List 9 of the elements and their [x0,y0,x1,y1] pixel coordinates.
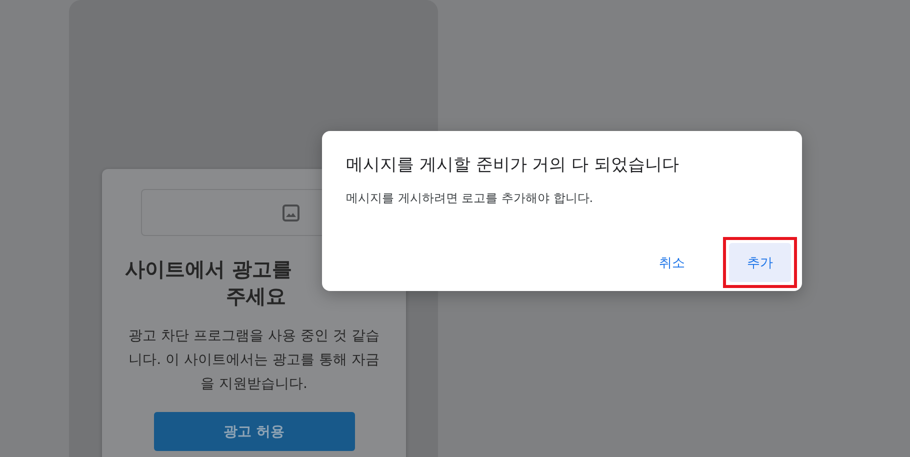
add-button[interactable]: 추가 [729,243,791,282]
card-heading: 사이트에서 광고를 [125,256,292,283]
dialog-title: 메시지를 게시할 준비가 거의 다 되었습니다 [346,154,680,176]
image-icon [282,204,300,222]
dialog-message: 메시지를 게시하려면 로고를 추가해야 합니다. [346,190,594,207]
card-message: 광고 차단 프로그램을 사용 중인 것 같습니다. 이 사이트에서는 광고를 통해 자금을 지원받습니다. [128,327,380,394]
cancel-button[interactable]: 취소 [639,243,705,282]
card-heading: 주세요 [226,283,286,310]
allow-ads-button[interactable]: 광고 허용 [154,412,354,451]
